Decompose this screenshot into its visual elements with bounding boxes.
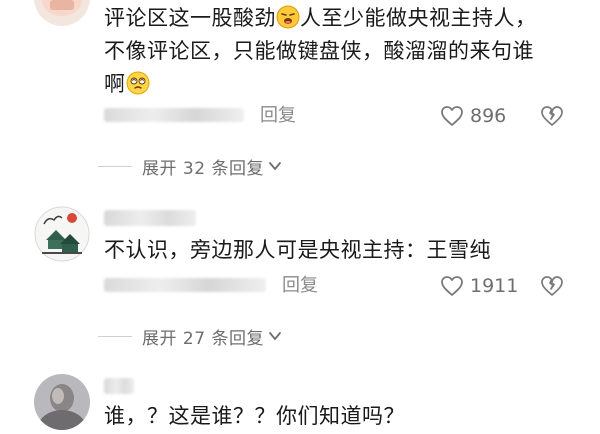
comment-text: 谁，？这是谁？？你们知道吗？: [104, 404, 405, 428]
broken-heart-icon[interactable]: [540, 104, 564, 128]
avatar[interactable]: [34, 206, 90, 262]
heart-outline-icon: [441, 106, 463, 126]
comment-text: 评论区这一股酸劲 人至少能做央视主持人， 不像评论区，只能做键盘侠，酸溜溜的来句谁…: [104, 5, 537, 96]
like-button[interactable]: 1911: [440, 272, 518, 300]
like-button[interactable]: 896: [440, 102, 506, 130]
avatar[interactable]: [34, 0, 90, 26]
divider: [98, 335, 132, 337]
comment-meta: 回复 1911: [0, 272, 600, 300]
comment-meta: 回复 896: [0, 102, 600, 130]
timestamp-blurred: [104, 108, 244, 122]
comment-1: 评论区这一股酸劲 人至少能做央视主持人， 不像评论区，只能做键盘侠，酸溜溜的来句谁…: [0, 0, 600, 190]
username-blurred[interactable]: [104, 210, 196, 226]
expand-replies-label: 展开 27 条回复: [142, 328, 264, 349]
divider: [98, 165, 132, 167]
heart-outline-icon: [441, 276, 463, 296]
chevron-down-icon: [269, 332, 281, 340]
comment-3: 谁，？这是谁？？你们知道吗？: [0, 360, 600, 434]
expand-replies-button[interactable]: 展开 27 条回复: [98, 322, 282, 350]
dizzy-face-emoji-icon: [126, 71, 150, 95]
chevron-down-icon: [269, 162, 281, 170]
avatar[interactable]: [34, 374, 90, 430]
reply-button[interactable]: 回复: [282, 272, 318, 300]
like-count: 896: [470, 105, 507, 127]
username-blurred[interactable]: [104, 378, 134, 394]
like-count: 1911: [470, 275, 519, 297]
comment-2: 不认识，旁边那人可是央视主持：王雪纯 回复 1911 展开 27 条回复: [0, 190, 600, 360]
timestamp-blurred: [104, 278, 266, 292]
reply-button[interactable]: 回复: [260, 102, 296, 130]
comment-text: 不认识，旁边那人可是央视主持：王雪纯: [104, 238, 491, 262]
tired-face-emoji-icon: [276, 5, 300, 29]
broken-heart-icon[interactable]: [540, 274, 564, 298]
expand-replies-label: 展开 32 条回复: [142, 158, 264, 179]
expand-replies-button[interactable]: 展开 32 条回复: [98, 152, 282, 180]
